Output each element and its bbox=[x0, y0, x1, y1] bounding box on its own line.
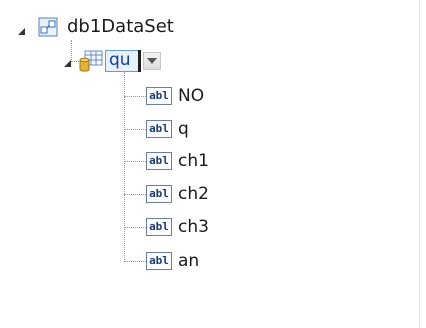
tree-line bbox=[71, 40, 72, 62]
tree-line bbox=[124, 227, 146, 228]
text-field-icon: abl bbox=[146, 252, 172, 270]
list-item[interactable]: abl an bbox=[146, 250, 199, 272]
list-item[interactable]: abl ch3 bbox=[146, 216, 209, 238]
table-name-editor[interactable]: qu bbox=[105, 50, 139, 72]
column-label[interactable]: an bbox=[178, 250, 199, 272]
list-item[interactable]: abl NO bbox=[146, 85, 204, 107]
text-field-icon: abl bbox=[146, 152, 172, 170]
tree-line bbox=[71, 61, 79, 62]
list-item[interactable]: abl ch1 bbox=[146, 150, 209, 172]
tree-line bbox=[124, 129, 146, 130]
dataset-label[interactable]: db1DataSet bbox=[67, 16, 174, 38]
text-field-icon: abl bbox=[146, 218, 172, 236]
tree-line bbox=[124, 72, 125, 262]
data-sources-tree: db1DataSet qu abl NO abl q abl ch1 abl c… bbox=[0, 0, 420, 328]
tree-line bbox=[124, 261, 146, 262]
text-cursor bbox=[138, 50, 141, 72]
list-item[interactable]: abl ch2 bbox=[146, 183, 209, 205]
column-label[interactable]: q bbox=[178, 118, 189, 140]
chevron-down-icon[interactable] bbox=[143, 52, 161, 70]
column-label[interactable]: NO bbox=[178, 85, 204, 107]
text-field-icon: abl bbox=[146, 120, 172, 138]
table-icon bbox=[79, 50, 103, 72]
tree-line bbox=[124, 96, 146, 97]
dataset-icon bbox=[38, 17, 58, 37]
column-label[interactable]: ch1 bbox=[178, 150, 209, 172]
tree-line bbox=[124, 161, 146, 162]
expand-collapse-icon[interactable] bbox=[18, 28, 25, 35]
tree-line bbox=[124, 194, 146, 195]
list-item[interactable]: abl q bbox=[146, 118, 189, 140]
table-label[interactable]: qu bbox=[109, 50, 131, 70]
column-label[interactable]: ch3 bbox=[178, 216, 209, 238]
expand-collapse-icon[interactable] bbox=[64, 60, 71, 67]
column-label[interactable]: ch2 bbox=[178, 183, 209, 205]
text-field-icon: abl bbox=[146, 87, 172, 105]
text-field-icon: abl bbox=[146, 185, 172, 203]
